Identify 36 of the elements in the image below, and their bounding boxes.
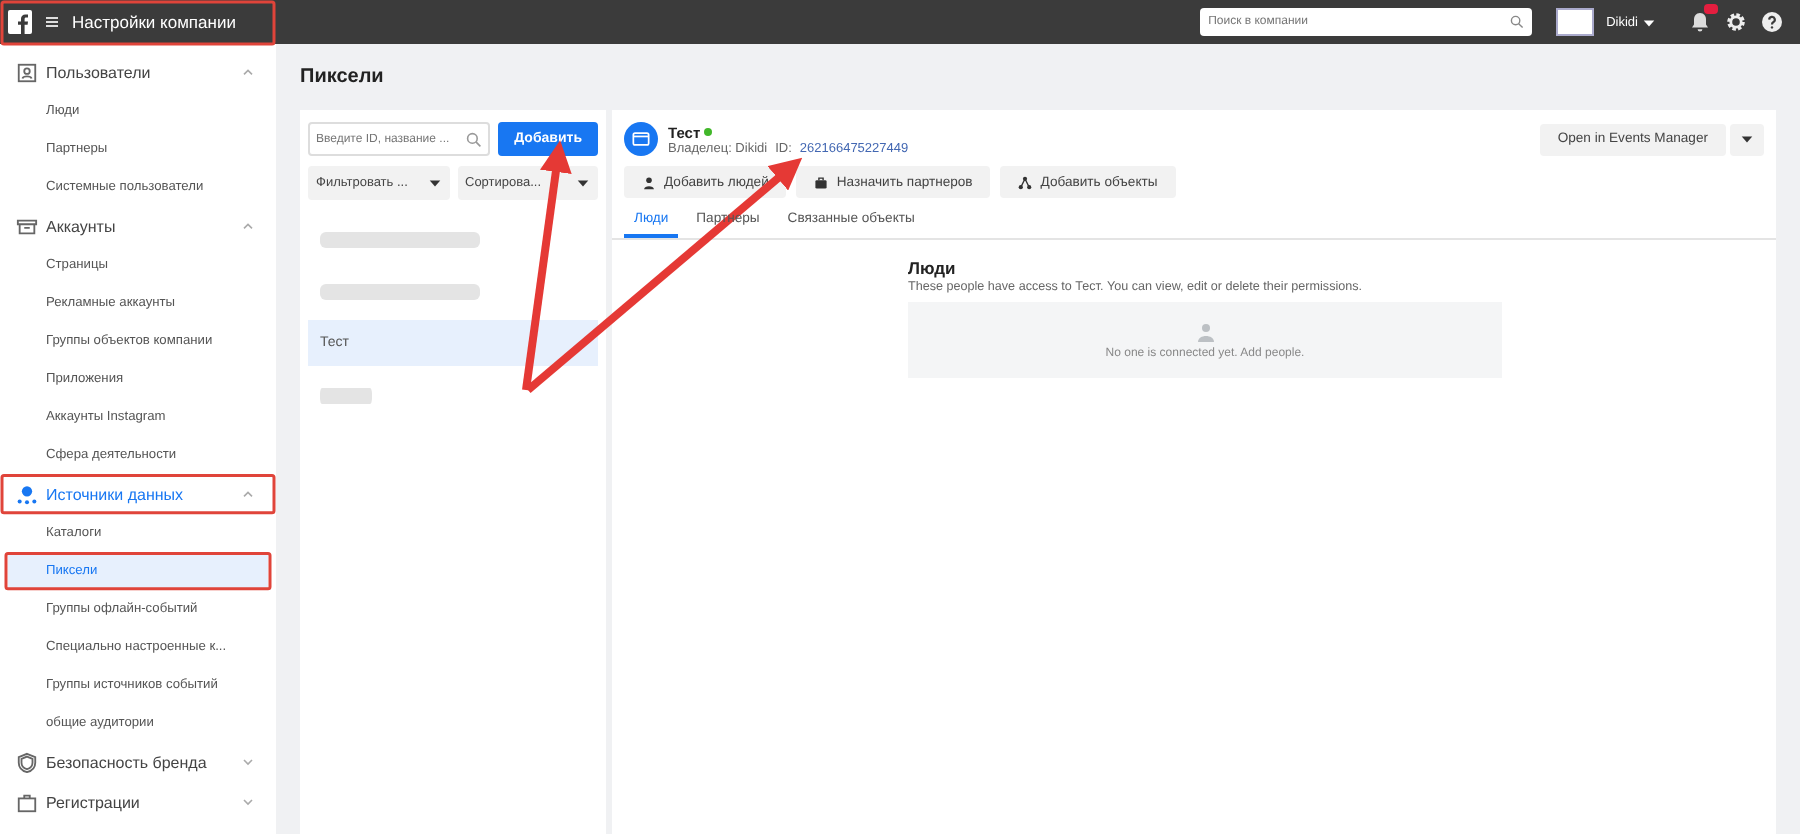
- sidebar-section[interactable]: Пользователи: [0, 52, 276, 92]
- briefcase-icon: [814, 175, 829, 189]
- settings-icon[interactable]: [1724, 10, 1748, 34]
- person-icon: [1195, 321, 1215, 341]
- person-icon: [642, 175, 656, 189]
- caret-icon: [427, 176, 441, 190]
- sidebar-section[interactable]: Регистрации: [0, 782, 276, 822]
- avatar[interactable]: [1556, 8, 1595, 36]
- chevron-icon: [240, 486, 256, 502]
- briefcase-icon: [16, 791, 38, 813]
- caret-icon: [1642, 15, 1656, 29]
- search-icon: [466, 131, 483, 147]
- dropdown-button[interactable]: [1730, 123, 1764, 155]
- app-title: Настройки компании: [72, 12, 236, 32]
- help-icon[interactable]: [1760, 10, 1784, 34]
- shield-icon: [16, 751, 38, 773]
- contact-card-icon: [16, 61, 38, 83]
- sidebar-section[interactable]: Безопасность бренда: [0, 742, 276, 782]
- chevron-icon: [240, 794, 256, 810]
- logo-icon[interactable]: [8, 10, 32, 34]
- page-title: Пиксели: [300, 64, 386, 92]
- hierarchy-icon: [1018, 175, 1033, 189]
- archive-box-icon: [16, 215, 38, 237]
- sidebar-section[interactable]: Аккаунты: [0, 206, 276, 246]
- chevron-icon: [240, 218, 256, 234]
- section-heading: Люди: [908, 258, 958, 278]
- bell-icon[interactable]: [1688, 10, 1712, 34]
- sidebar-section[interactable]: Источники данных: [0, 474, 276, 514]
- data-sources-icon: [16, 483, 38, 505]
- chevron-icon: [240, 754, 256, 770]
- caret-icon: [576, 176, 590, 190]
- pixel-avatar-icon: [624, 122, 658, 156]
- caret-icon: [1740, 132, 1754, 146]
- chevron-icon: [240, 64, 256, 80]
- search-icon: [1510, 15, 1525, 29]
- menu-icon[interactable]: [44, 14, 60, 30]
